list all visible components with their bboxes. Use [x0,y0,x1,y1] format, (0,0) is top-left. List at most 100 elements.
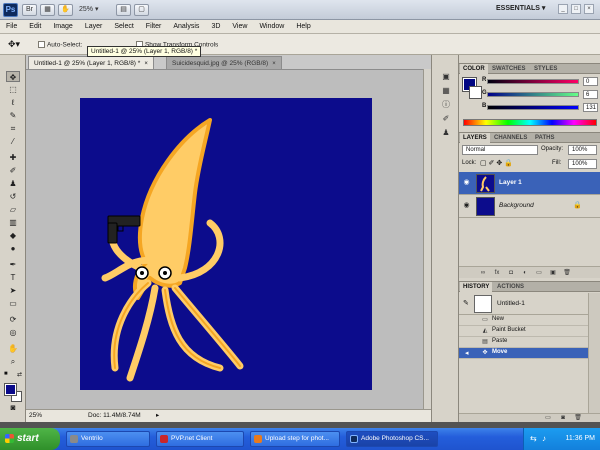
workspace-switcher[interactable]: ESSENTIALS ▾ [496,4,545,12]
fill-field[interactable]: 100% [568,159,597,169]
arrange-documents-button[interactable]: ▤ [116,4,131,16]
new-snapshot-icon[interactable]: ◙ [559,414,567,422]
blur-tool-icon[interactable]: ◆ [6,230,20,241]
color-spectrum-bar[interactable] [463,119,597,126]
panel-info-icon[interactable]: ⓘ [440,99,452,110]
channel-b-slider[interactable] [487,105,579,110]
status-menu-arrow-icon[interactable]: ▸ [156,410,159,422]
panel-clone-source-icon[interactable]: ♟ [440,127,452,138]
tab-paths[interactable]: PATHS [532,133,557,143]
marquee-tool-icon[interactable]: ⬚ [6,84,20,95]
history-step-paste[interactable]: ▤ Paste [459,337,588,348]
adjustment-layer-icon[interactable]: ◐ [521,269,529,277]
blend-mode-select[interactable]: Normal [462,145,538,155]
channel-g-slider[interactable] [487,92,579,97]
maximize-button[interactable]: □ [571,4,581,14]
menu-file[interactable]: File [6,23,17,30]
task-pvp-net-client[interactable]: PVP.net Client [156,431,244,447]
lock-icons[interactable]: ▢ ✐ ✥ 🔒 [480,159,513,167]
tab-channels[interactable]: CHANNELS [491,133,530,143]
volume-icon[interactable]: ♪ [542,428,546,450]
bridge-button[interactable]: Br [22,4,37,16]
brush-tool-icon[interactable]: ✐ [6,165,20,176]
history-step-move[interactable]: ◂ ✥ Move [459,348,588,359]
healing-brush-tool-icon[interactable]: ✚ [6,152,20,163]
quick-select-tool-icon[interactable]: ✎ [6,110,20,121]
history-snapshot-row[interactable]: ✎ Untitled-1 [459,293,588,315]
move-tool-icon[interactable]: ✥ [6,71,20,82]
shape-tool-icon[interactable]: ▭ [6,298,20,309]
opacity-field[interactable]: 100% [568,145,597,155]
menu-window[interactable]: Window [259,23,284,30]
layer-mask-icon[interactable]: ◘ [507,269,515,277]
layer-row-background[interactable]: ◉ Background 🔒 [459,195,600,218]
history-state-marker-icon[interactable]: ◂ [465,349,469,357]
menu-3d[interactable]: 3D [211,23,220,30]
history-brush-tool-icon[interactable]: ↺ [6,191,20,202]
network-icon[interactable]: ⇆ [530,428,537,450]
swap-colors-icon[interactable]: ⇄ [17,371,22,378]
link-layers-icon[interactable]: ∞ [479,269,487,277]
panel-brushes-icon[interactable]: ✐ [440,113,452,124]
quick-mask-icon[interactable]: ◙ [6,402,20,413]
view-extras-button[interactable]: ▦ [40,4,55,16]
history-brush-source-icon[interactable]: ✎ [463,299,469,307]
close-window-button[interactable]: × [584,4,594,14]
type-tool-icon[interactable]: T [6,272,20,283]
auto-select-checkbox[interactable] [38,41,45,48]
status-zoom[interactable]: 25% [29,410,42,422]
channel-r-value[interactable]: 0 [583,77,598,86]
task-upload-browser[interactable]: Upload step for phot... [250,431,340,447]
hand-view-button[interactable]: ✋ [58,4,73,16]
tab-layers[interactable]: LAYERS [460,133,490,143]
lasso-tool-icon[interactable]: ℓ [6,97,20,108]
channel-r-slider[interactable] [487,79,579,84]
color-panel-background[interactable] [469,86,482,99]
move-tool-preset-icon[interactable]: ✥▾ [8,39,20,50]
menu-filter[interactable]: Filter [146,23,162,30]
eyedropper-tool-icon[interactable]: ⁄ [6,136,20,147]
screen-mode-button[interactable]: ▢ [134,4,149,16]
default-colors-icon[interactable]: ■ [4,371,8,377]
history-step-new[interactable]: ▭ New [459,315,588,326]
tab-history[interactable]: HISTORY [460,282,493,292]
start-button[interactable]: start [0,428,60,450]
zoom-level-select[interactable]: 25% ▾ [79,4,111,16]
auto-select-option[interactable]: Auto-Select: [38,41,82,48]
document-canvas[interactable] [80,98,372,390]
tab-styles[interactable]: STYLES [531,64,560,74]
delete-layer-icon[interactable]: 🗑 [563,269,571,277]
menu-layer[interactable]: Layer [85,23,103,30]
hand-tool-icon[interactable]: ✋ [6,343,20,354]
new-layer-icon[interactable]: ▣ [549,269,557,277]
task-ventrilo[interactable]: Ventrilo [66,431,150,447]
channel-b-value[interactable]: 131 [583,103,598,112]
eye-icon[interactable]: ◉ [462,201,471,210]
history-step-paint-bucket[interactable]: ◭ Paint Bucket [459,326,588,337]
menu-edit[interactable]: Edit [29,23,41,30]
gradient-tool-icon[interactable]: ▥ [6,217,20,228]
3d-orbit-tool-icon[interactable]: ◎ [6,327,20,338]
tab-suicidesquid[interactable]: Suicidesquid.jpg @ 25% (RGB/8) × [166,56,282,69]
channel-g-value[interactable]: 6 [583,90,598,99]
clone-stamp-tool-icon[interactable]: ♟ [6,178,20,189]
new-document-from-state-icon[interactable]: ▭ [544,414,552,422]
crop-tool-icon[interactable]: ⌗ [6,123,20,134]
3d-rotate-tool-icon[interactable]: ⟳ [6,314,20,325]
menu-select[interactable]: Select [114,23,133,30]
zoom-tool-icon[interactable]: ⌕ [6,356,20,367]
path-selection-tool-icon[interactable]: ➤ [6,285,20,296]
task-photoshop[interactable]: Adobe Photoshop CS... [346,431,438,447]
vertical-scrollbar[interactable] [423,69,431,409]
minimize-button[interactable]: _ [558,4,568,14]
foreground-color-swatch[interactable] [4,383,17,396]
menu-view[interactable]: View [232,23,247,30]
menu-help[interactable]: Help [296,23,310,30]
tab-color[interactable]: COLOR [460,64,488,74]
tab-untitled-1[interactable]: Untitled-1 @ 25% (Layer 1, RGB/8) * × [28,56,154,69]
eraser-tool-icon[interactable]: ▱ [6,204,20,215]
layer-row-layer-1[interactable]: ◉ Layer 1 [459,172,600,195]
delete-state-icon[interactable]: 🗑 [574,414,582,422]
panel-navigator-icon[interactable]: ▣ [440,71,452,82]
tab-swatches[interactable]: SWATCHES [489,64,529,74]
